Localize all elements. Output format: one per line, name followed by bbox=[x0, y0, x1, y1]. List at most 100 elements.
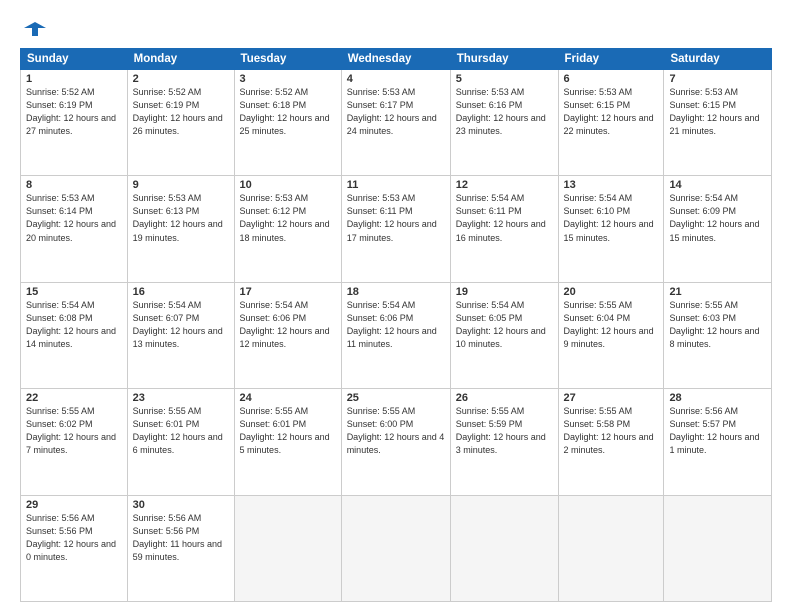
day-cell: 10Sunrise: 5:53 AMSunset: 6:12 PMDayligh… bbox=[234, 176, 341, 282]
day-info: Sunrise: 5:53 AMSunset: 6:16 PMDaylight:… bbox=[456, 86, 553, 138]
day-number: 8 bbox=[26, 179, 122, 191]
day-cell: 13Sunrise: 5:54 AMSunset: 6:10 PMDayligh… bbox=[558, 176, 664, 282]
day-info: Sunrise: 5:55 AMSunset: 6:01 PMDaylight:… bbox=[240, 405, 336, 457]
day-number: 20 bbox=[564, 286, 659, 298]
day-number: 17 bbox=[240, 286, 336, 298]
day-cell: 24Sunrise: 5:55 AMSunset: 6:01 PMDayligh… bbox=[234, 389, 341, 495]
day-cell: 26Sunrise: 5:55 AMSunset: 5:59 PMDayligh… bbox=[450, 389, 558, 495]
day-info: Sunrise: 5:55 AMSunset: 6:01 PMDaylight:… bbox=[133, 405, 229, 457]
day-number: 14 bbox=[669, 179, 766, 191]
day-info: Sunrise: 5:55 AMSunset: 6:03 PMDaylight:… bbox=[669, 299, 766, 351]
day-info: Sunrise: 5:55 AMSunset: 6:02 PMDaylight:… bbox=[26, 405, 122, 457]
day-number: 16 bbox=[133, 286, 229, 298]
day-cell bbox=[558, 495, 664, 601]
day-cell: 1Sunrise: 5:52 AMSunset: 6:19 PMDaylight… bbox=[21, 70, 128, 176]
day-cell: 20Sunrise: 5:55 AMSunset: 6:04 PMDayligh… bbox=[558, 282, 664, 388]
day-cell: 29Sunrise: 5:56 AMSunset: 5:56 PMDayligh… bbox=[21, 495, 128, 601]
day-cell: 12Sunrise: 5:54 AMSunset: 6:11 PMDayligh… bbox=[450, 176, 558, 282]
day-info: Sunrise: 5:53 AMSunset: 6:14 PMDaylight:… bbox=[26, 192, 122, 244]
col-header-friday: Friday bbox=[558, 49, 664, 70]
day-cell: 9Sunrise: 5:53 AMSunset: 6:13 PMDaylight… bbox=[127, 176, 234, 282]
day-cell: 22Sunrise: 5:55 AMSunset: 6:02 PMDayligh… bbox=[21, 389, 128, 495]
day-number: 28 bbox=[669, 392, 766, 404]
day-number: 21 bbox=[669, 286, 766, 298]
page: SundayMondayTuesdayWednesdayThursdayFrid… bbox=[0, 0, 792, 612]
day-number: 9 bbox=[133, 179, 229, 191]
week-row-1: 1Sunrise: 5:52 AMSunset: 6:19 PMDaylight… bbox=[21, 70, 772, 176]
day-number: 23 bbox=[133, 392, 229, 404]
day-number: 24 bbox=[240, 392, 336, 404]
day-cell: 2Sunrise: 5:52 AMSunset: 6:19 PMDaylight… bbox=[127, 70, 234, 176]
day-info: Sunrise: 5:56 AMSunset: 5:56 PMDaylight:… bbox=[133, 512, 229, 564]
calendar-body: 1Sunrise: 5:52 AMSunset: 6:19 PMDaylight… bbox=[21, 70, 772, 602]
day-cell: 16Sunrise: 5:54 AMSunset: 6:07 PMDayligh… bbox=[127, 282, 234, 388]
logo bbox=[20, 18, 46, 40]
day-cell: 14Sunrise: 5:54 AMSunset: 6:09 PMDayligh… bbox=[664, 176, 772, 282]
day-info: Sunrise: 5:55 AMSunset: 5:58 PMDaylight:… bbox=[564, 405, 659, 457]
day-info: Sunrise: 5:53 AMSunset: 6:17 PMDaylight:… bbox=[347, 86, 445, 138]
day-cell: 7Sunrise: 5:53 AMSunset: 6:15 PMDaylight… bbox=[664, 70, 772, 176]
day-cell bbox=[664, 495, 772, 601]
day-cell: 11Sunrise: 5:53 AMSunset: 6:11 PMDayligh… bbox=[341, 176, 450, 282]
day-info: Sunrise: 5:54 AMSunset: 6:07 PMDaylight:… bbox=[133, 299, 229, 351]
day-cell: 15Sunrise: 5:54 AMSunset: 6:08 PMDayligh… bbox=[21, 282, 128, 388]
week-row-3: 15Sunrise: 5:54 AMSunset: 6:08 PMDayligh… bbox=[21, 282, 772, 388]
day-cell bbox=[234, 495, 341, 601]
day-number: 12 bbox=[456, 179, 553, 191]
day-number: 27 bbox=[564, 392, 659, 404]
column-headers-row: SundayMondayTuesdayWednesdayThursdayFrid… bbox=[21, 49, 772, 70]
day-info: Sunrise: 5:54 AMSunset: 6:09 PMDaylight:… bbox=[669, 192, 766, 244]
col-header-tuesday: Tuesday bbox=[234, 49, 341, 70]
week-row-5: 29Sunrise: 5:56 AMSunset: 5:56 PMDayligh… bbox=[21, 495, 772, 601]
day-number: 6 bbox=[564, 73, 659, 85]
logo-bird-icon bbox=[24, 18, 46, 40]
day-number: 25 bbox=[347, 392, 445, 404]
day-info: Sunrise: 5:54 AMSunset: 6:05 PMDaylight:… bbox=[456, 299, 553, 351]
day-number: 4 bbox=[347, 73, 445, 85]
day-info: Sunrise: 5:53 AMSunset: 6:11 PMDaylight:… bbox=[347, 192, 445, 244]
day-info: Sunrise: 5:55 AMSunset: 6:04 PMDaylight:… bbox=[564, 299, 659, 351]
day-cell: 21Sunrise: 5:55 AMSunset: 6:03 PMDayligh… bbox=[664, 282, 772, 388]
col-header-thursday: Thursday bbox=[450, 49, 558, 70]
day-info: Sunrise: 5:54 AMSunset: 6:06 PMDaylight:… bbox=[240, 299, 336, 351]
day-number: 18 bbox=[347, 286, 445, 298]
day-number: 10 bbox=[240, 179, 336, 191]
day-cell: 28Sunrise: 5:56 AMSunset: 5:57 PMDayligh… bbox=[664, 389, 772, 495]
day-cell: 30Sunrise: 5:56 AMSunset: 5:56 PMDayligh… bbox=[127, 495, 234, 601]
day-number: 2 bbox=[133, 73, 229, 85]
day-cell bbox=[341, 495, 450, 601]
day-cell: 6Sunrise: 5:53 AMSunset: 6:15 PMDaylight… bbox=[558, 70, 664, 176]
day-cell: 25Sunrise: 5:55 AMSunset: 6:00 PMDayligh… bbox=[341, 389, 450, 495]
day-cell: 3Sunrise: 5:52 AMSunset: 6:18 PMDaylight… bbox=[234, 70, 341, 176]
day-info: Sunrise: 5:53 AMSunset: 6:15 PMDaylight:… bbox=[564, 86, 659, 138]
day-number: 30 bbox=[133, 499, 229, 511]
day-cell: 23Sunrise: 5:55 AMSunset: 6:01 PMDayligh… bbox=[127, 389, 234, 495]
day-info: Sunrise: 5:52 AMSunset: 6:18 PMDaylight:… bbox=[240, 86, 336, 138]
day-info: Sunrise: 5:52 AMSunset: 6:19 PMDaylight:… bbox=[133, 86, 229, 138]
day-number: 13 bbox=[564, 179, 659, 191]
day-info: Sunrise: 5:53 AMSunset: 6:13 PMDaylight:… bbox=[133, 192, 229, 244]
day-cell: 5Sunrise: 5:53 AMSunset: 6:16 PMDaylight… bbox=[450, 70, 558, 176]
day-number: 3 bbox=[240, 73, 336, 85]
day-info: Sunrise: 5:55 AMSunset: 6:00 PMDaylight:… bbox=[347, 405, 445, 457]
day-number: 5 bbox=[456, 73, 553, 85]
day-cell: 8Sunrise: 5:53 AMSunset: 6:14 PMDaylight… bbox=[21, 176, 128, 282]
day-info: Sunrise: 5:54 AMSunset: 6:10 PMDaylight:… bbox=[564, 192, 659, 244]
day-cell: 18Sunrise: 5:54 AMSunset: 6:06 PMDayligh… bbox=[341, 282, 450, 388]
day-number: 22 bbox=[26, 392, 122, 404]
day-info: Sunrise: 5:53 AMSunset: 6:12 PMDaylight:… bbox=[240, 192, 336, 244]
col-header-wednesday: Wednesday bbox=[341, 49, 450, 70]
day-number: 1 bbox=[26, 73, 122, 85]
day-info: Sunrise: 5:52 AMSunset: 6:19 PMDaylight:… bbox=[26, 86, 122, 138]
week-row-2: 8Sunrise: 5:53 AMSunset: 6:14 PMDaylight… bbox=[21, 176, 772, 282]
day-info: Sunrise: 5:55 AMSunset: 5:59 PMDaylight:… bbox=[456, 405, 553, 457]
header bbox=[20, 18, 772, 40]
calendar-table: SundayMondayTuesdayWednesdayThursdayFrid… bbox=[20, 48, 772, 602]
day-info: Sunrise: 5:56 AMSunset: 5:56 PMDaylight:… bbox=[26, 512, 122, 564]
col-header-sunday: Sunday bbox=[21, 49, 128, 70]
day-info: Sunrise: 5:56 AMSunset: 5:57 PMDaylight:… bbox=[669, 405, 766, 457]
week-row-4: 22Sunrise: 5:55 AMSunset: 6:02 PMDayligh… bbox=[21, 389, 772, 495]
day-number: 19 bbox=[456, 286, 553, 298]
day-number: 15 bbox=[26, 286, 122, 298]
day-info: Sunrise: 5:54 AMSunset: 6:08 PMDaylight:… bbox=[26, 299, 122, 351]
